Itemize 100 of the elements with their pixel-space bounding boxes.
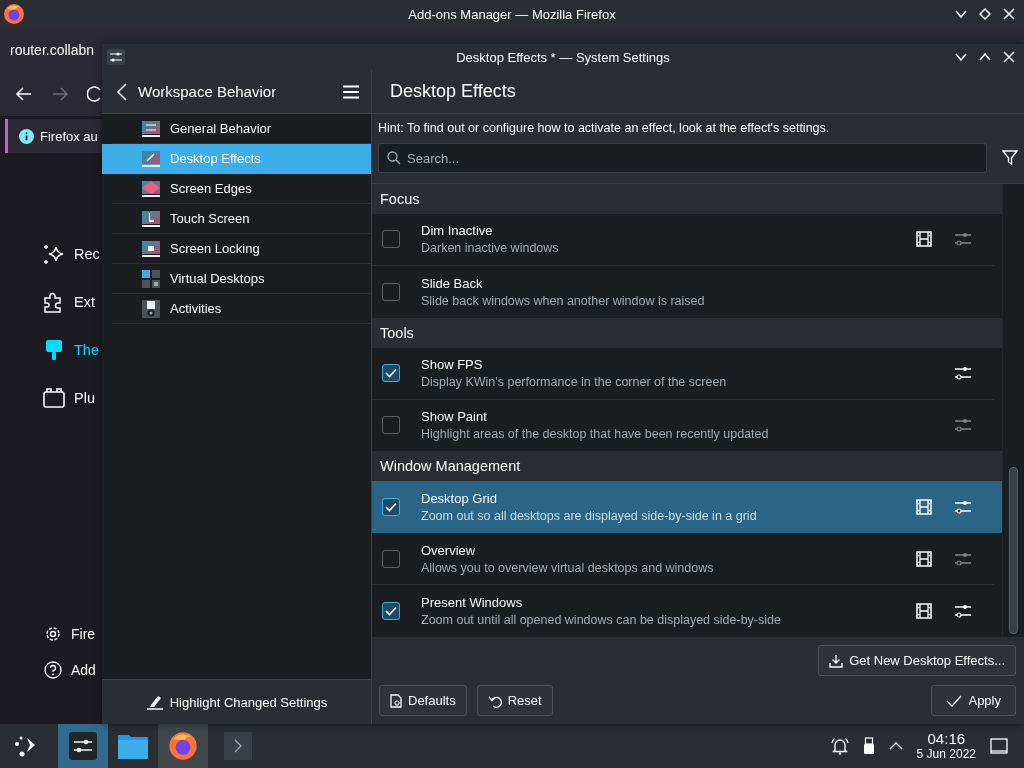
show-desktop-icon[interactable] xyxy=(990,738,1008,754)
app-logo-icon xyxy=(168,731,198,761)
category-label: Ext xyxy=(74,294,95,310)
info-icon xyxy=(19,128,34,144)
effect-description: Allows you to overview virtual desktops and windows xyxy=(421,560,715,575)
video-icon[interactable] xyxy=(916,550,932,567)
monitor-icon xyxy=(141,178,161,199)
chevron-up-icon[interactable] xyxy=(888,741,903,751)
video-icon[interactable] xyxy=(916,603,932,620)
clock[interactable]: 04:16 5 Jun 2022 xyxy=(916,731,976,761)
nav-item[interactable]: Virtual Desktops xyxy=(112,264,371,294)
category-item[interactable]: Ext xyxy=(0,278,102,326)
checkbox[interactable] xyxy=(382,497,400,516)
search-icon xyxy=(387,151,401,165)
task-button[interactable] xyxy=(158,724,208,768)
close-icon[interactable] xyxy=(1002,50,1016,64)
get-new-button[interactable]: Get New Desktop Effects... xyxy=(818,645,1016,676)
checkbox[interactable] xyxy=(382,549,400,568)
bell-icon[interactable] xyxy=(830,737,849,755)
checkbox[interactable] xyxy=(382,230,400,249)
page-title: Desktop Effects xyxy=(390,81,516,102)
help-icon xyxy=(44,661,62,679)
group-header: Window Management xyxy=(380,458,521,475)
reset-button[interactable]: Reset xyxy=(476,685,553,716)
nav-item[interactable]: Screen Edges xyxy=(112,174,371,204)
category-item[interactable]: Rec xyxy=(0,230,102,278)
hint-text: Hint: To find out or configure how to activate an effect, look at the effect's settings. xyxy=(378,121,831,135)
notification-text: Firefox au xyxy=(40,128,98,144)
restore-icon[interactable] xyxy=(978,7,992,21)
effect-name: Show FPS xyxy=(421,357,484,373)
effect-name: Overview xyxy=(421,542,477,558)
sliders-icon xyxy=(69,732,97,760)
configure-icon[interactable] xyxy=(954,365,972,382)
group-header: Tools xyxy=(380,324,414,341)
effect-row[interactable]: Show FPS Display KWin's performance in the corner of the screen xyxy=(372,347,994,400)
effect-description: Zoom out until all opened windows can be displayed side-by-side xyxy=(421,613,782,628)
category-item[interactable]: Plu xyxy=(0,374,102,422)
scrollbar-thumb[interactable] xyxy=(1009,467,1018,634)
effect-name: Slide Back xyxy=(421,275,484,291)
chevron-right-icon xyxy=(233,739,243,753)
effect-row[interactable]: Dim Inactive Darken inactive windows xyxy=(372,213,994,266)
highlight-changed-button[interactable]: Highlight Changed Settings xyxy=(137,688,336,716)
task-button[interactable] xyxy=(58,724,108,768)
download-icon xyxy=(829,653,844,668)
checkmark-icon xyxy=(946,693,963,708)
effect-name: Desktop Grid xyxy=(421,490,498,506)
close-icon[interactable] xyxy=(1002,7,1016,21)
monitor-icon xyxy=(141,148,161,169)
pen-icon xyxy=(145,694,164,710)
back-arrow-icon[interactable] xyxy=(15,86,33,102)
checkbox[interactable] xyxy=(382,602,400,621)
nav-item[interactable]: Screen Locking xyxy=(112,234,371,264)
settings-icon xyxy=(44,625,62,643)
monitor-icon xyxy=(141,238,161,259)
category-label: Rec xyxy=(74,246,100,262)
video-icon[interactable] xyxy=(916,498,932,515)
footer-link[interactable]: Fire xyxy=(0,616,102,652)
reload-icon[interactable] xyxy=(87,86,101,102)
document-icon xyxy=(390,693,402,708)
monitor-icon xyxy=(141,118,161,139)
effect-name: Present Windows xyxy=(421,595,524,611)
nav-item[interactable]: Touch Screen xyxy=(112,204,371,234)
effect-description: Highlight areas of the desktop that have been recently updated xyxy=(421,427,770,442)
footer-link[interactable]: Add xyxy=(0,652,102,688)
search-field[interactable]: Search... xyxy=(378,143,987,173)
forward-arrow-icon[interactable] xyxy=(51,86,69,102)
configure-icon[interactable] xyxy=(954,603,972,620)
defaults-button[interactable]: Defaults xyxy=(379,685,467,716)
window-title: Add-ons Manager — Mozilla Firefox xyxy=(408,6,616,22)
effect-row[interactable]: Overview Allows you to overview virtual desktops and windows xyxy=(372,533,994,586)
plugin-icon xyxy=(42,386,66,410)
effect-description: Darken inactive windows xyxy=(421,241,560,256)
effect-row[interactable]: Show Paint Highlight areas of the desktop that have been recently updated xyxy=(372,399,994,452)
checkbox[interactable] xyxy=(382,282,400,301)
activities-icon xyxy=(141,298,161,319)
back-icon[interactable] xyxy=(116,82,128,101)
effect-row[interactable]: Desktop Grid Zoom out so all desktops are displayed side-by-side in a grid xyxy=(372,481,1002,534)
video-icon[interactable] xyxy=(916,231,932,248)
effect-description: Display KWin's performance in the corner of the screen xyxy=(421,375,728,390)
checkbox[interactable] xyxy=(382,364,400,383)
nav-item[interactable]: Activities xyxy=(112,294,371,324)
effect-row[interactable]: Slide Back Slide back windows when another window is raised xyxy=(372,265,994,318)
effect-name: Dim Inactive xyxy=(421,223,494,239)
usb-drive-icon[interactable] xyxy=(862,737,875,755)
effect-row[interactable]: Present Windows Zoom out until all opened windows can be displayed side-by-side xyxy=(372,585,994,638)
sliders-icon xyxy=(107,49,125,65)
checkbox[interactable] xyxy=(382,416,400,435)
sparkle-icon xyxy=(42,242,66,266)
apply-button[interactable]: Apply xyxy=(931,685,1016,716)
category-label: Plu xyxy=(74,390,95,406)
filter-icon[interactable] xyxy=(1002,150,1018,166)
tab-title[interactable]: router.collabn xyxy=(10,42,95,58)
group-header: Focus xyxy=(380,190,420,207)
section-title: Workspace Behavior xyxy=(138,83,278,100)
window-title: Desktop Effects * — System Settings xyxy=(456,49,670,65)
menu-icon[interactable] xyxy=(343,84,359,99)
category-item[interactable]: The xyxy=(0,326,102,374)
effect-description: Zoom out so all desktops are displayed side-by-side in a grid xyxy=(421,508,758,523)
app-logo-icon xyxy=(3,3,25,25)
folder-icon xyxy=(118,733,148,759)
